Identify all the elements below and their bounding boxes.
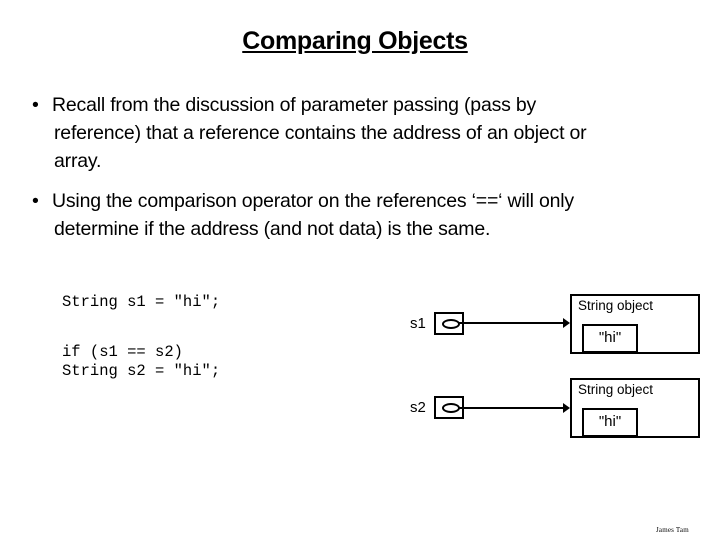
bullet-text-line: array. bbox=[54, 150, 102, 172]
bullet-text-line: reference) that a reference contains the… bbox=[54, 122, 587, 144]
object-value: "hi" bbox=[582, 408, 638, 438]
code-declarations: String s1 = "hi"; String s2 = "hi"; bbox=[62, 245, 220, 406]
object-value: "hi" bbox=[582, 324, 638, 354]
pointer-ellipse-icon bbox=[442, 319, 460, 329]
string-object-box: String object "hi" bbox=[570, 378, 700, 438]
reference-arrow-icon bbox=[458, 403, 570, 413]
object-label: String object bbox=[578, 298, 654, 313]
code-comparison: if (s1 == s2) bbox=[62, 343, 183, 361]
code-line: String s1 = "hi"; bbox=[62, 293, 221, 311]
bullet-pass-by-reference: • Recall from the discussion of parameter… bbox=[32, 91, 692, 175]
slide-title: Comparing Objects bbox=[242, 27, 468, 55]
reference-label: s2 bbox=[410, 399, 426, 416]
reference-label: s1 bbox=[410, 315, 426, 332]
bullet-text-line: determine if the address (and not data) … bbox=[54, 218, 491, 240]
bullet-text-line: Recall from the discussion of parameter … bbox=[52, 94, 537, 116]
bullet-marker: • bbox=[32, 190, 39, 212]
footer-author: James Tam bbox=[656, 526, 689, 534]
bullet-text-line: Using the comparison operator on the ref… bbox=[52, 190, 574, 212]
bullet-comparison-operator: • Using the comparison operator on the re… bbox=[32, 187, 692, 243]
object-label: String object bbox=[578, 382, 654, 397]
string-object-box: String object "hi" bbox=[570, 294, 700, 354]
bullet-marker: • bbox=[32, 94, 39, 116]
reference-arrow-icon bbox=[458, 318, 570, 328]
